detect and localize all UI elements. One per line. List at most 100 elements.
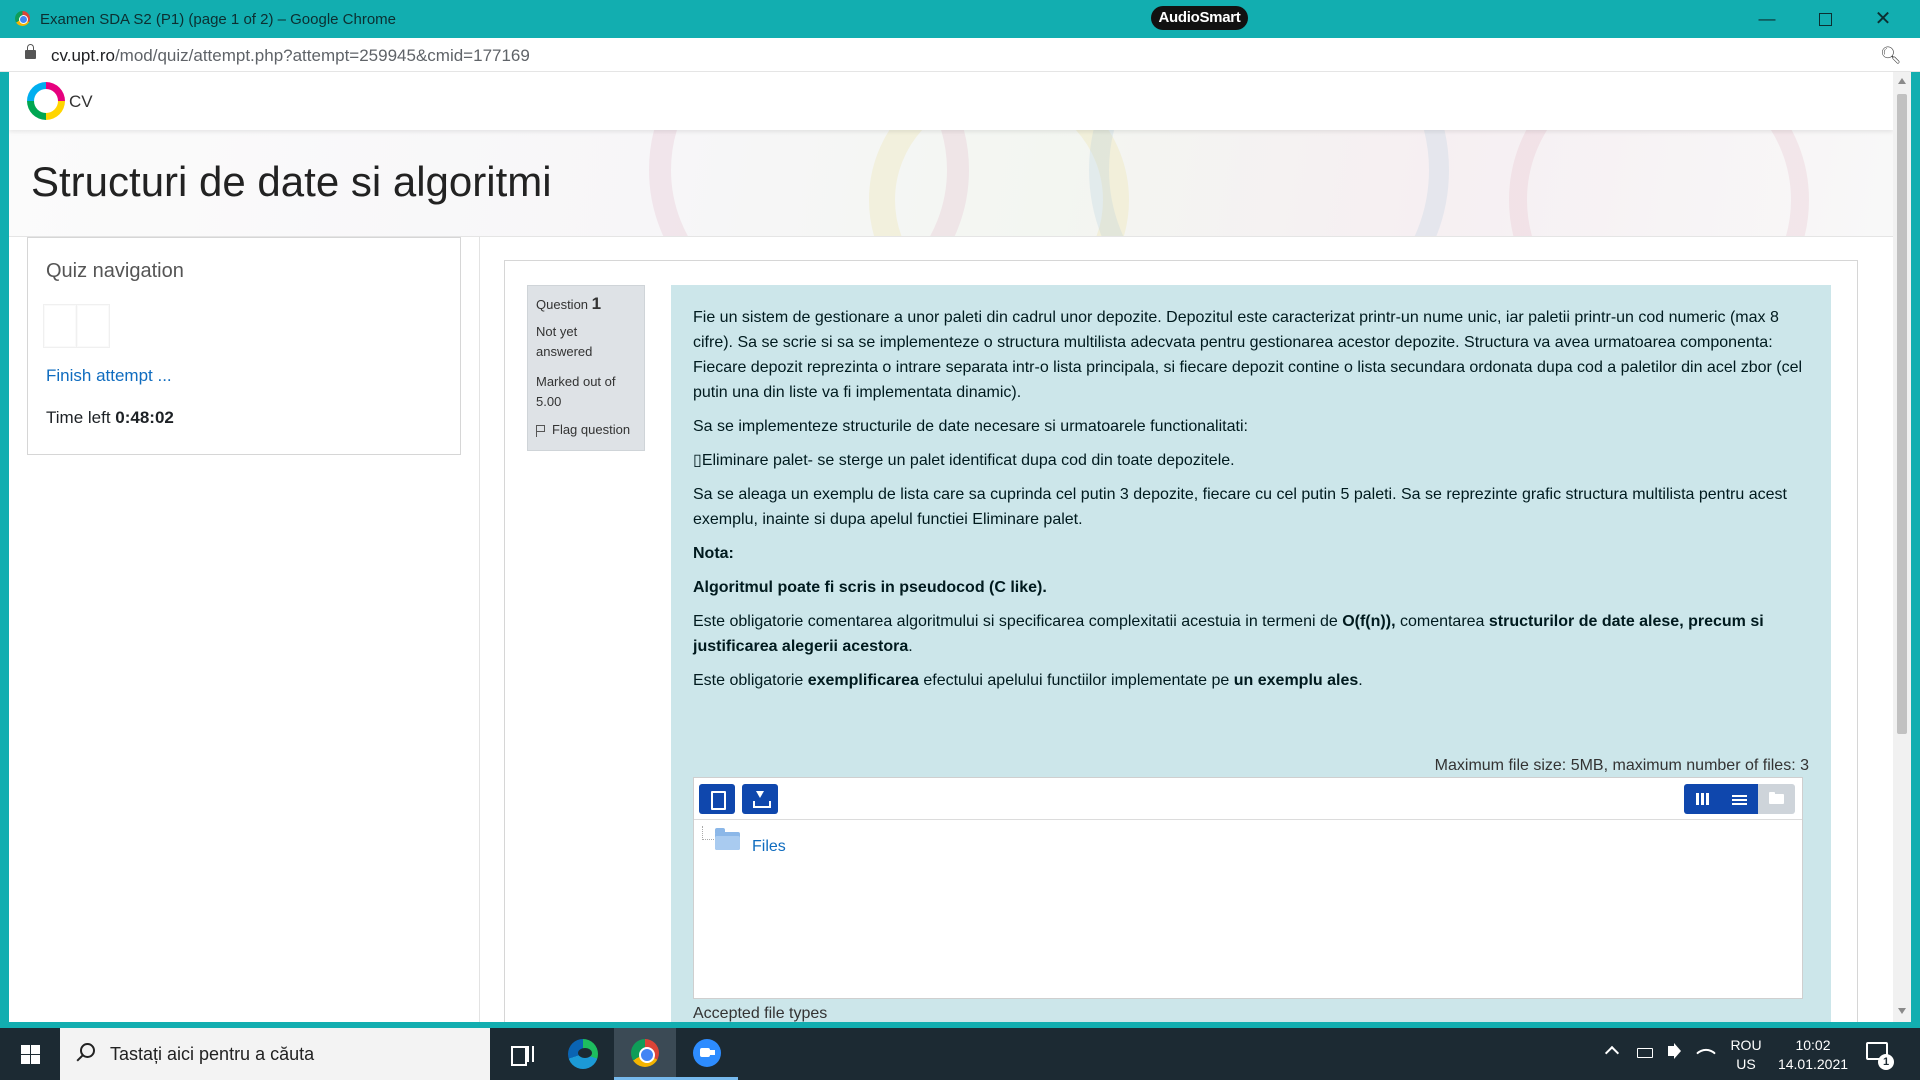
text-run: Este obligatorie comentarea algoritmului…	[693, 613, 1343, 630]
text-run-bold: O(f(n)),	[1342, 613, 1396, 630]
question-text: Este obligatorie exemplificarea efectulu…	[693, 668, 1809, 693]
tree-connector	[702, 826, 714, 840]
question-number: Question 1	[536, 294, 636, 314]
notification-count: 1	[1878, 1054, 1894, 1070]
lock-icon[interactable]	[25, 44, 36, 59]
chrome-icon	[15, 11, 30, 26]
flag-icon	[536, 424, 546, 437]
search-icon	[80, 1043, 95, 1058]
task-view-icon[interactable]	[490, 1028, 552, 1080]
window-title: Examen SDA S2 (P1) (page 1 of 2) – Googl…	[40, 11, 397, 28]
time-left-value: 0:48:02	[115, 408, 174, 427]
question-text: ▯Eliminare palet- se sterge un palet ide…	[693, 452, 1235, 469]
scrollbar-thumb[interactable]	[1897, 94, 1907, 734]
question-card: Question 1 Not yet answered Marked out o…	[504, 260, 1858, 1022]
battery-icon[interactable]	[1637, 1048, 1653, 1058]
zoom-app-icon[interactable]	[676, 1028, 738, 1080]
start-tile	[21, 1045, 30, 1054]
windows-start-icon[interactable]	[0, 1028, 60, 1080]
quiz-navigation-block: Quiz navigation Finish attempt ... Time …	[27, 237, 461, 455]
taskbar-clock[interactable]: 10:02 14.01.2021	[1772, 1036, 1854, 1074]
scroll-up-icon[interactable]	[1898, 78, 1906, 84]
page-scrollbar[interactable]	[1893, 72, 1911, 1022]
folder-icon[interactable]	[715, 828, 740, 850]
note-text: Algoritmul poate fi scris in pseudocod (…	[693, 579, 1047, 596]
zoom-icon[interactable]: 🔍︎	[1880, 46, 1902, 66]
window-border-left	[0, 72, 9, 1022]
taskbar-search[interactable]: Tastați aici pentru a căuta	[60, 1028, 490, 1080]
start-tile	[31, 1055, 40, 1064]
question-label: Question	[536, 297, 589, 312]
minimize-button[interactable]: —	[1738, 0, 1796, 38]
note-heading: Nota:	[693, 545, 734, 562]
taskbar-search-placeholder: Tastați aici pentru a căuta	[110, 1044, 315, 1064]
question-text: Nota:	[693, 541, 1809, 566]
files-folder-link[interactable]: Files	[752, 834, 786, 859]
banner-decoration	[1089, 130, 1449, 236]
web-page: CV Structuri de date si algoritmi Quiz n…	[9, 72, 1893, 1022]
question-number-value: 1	[591, 294, 602, 313]
column-divider	[479, 237, 480, 1022]
url-path: /mod/quiz/attempt.php?attempt=259945&cmi…	[114, 46, 530, 65]
scroll-down-icon[interactable]	[1898, 1008, 1906, 1014]
content-area: Quiz navigation Finish attempt ... Time …	[9, 236, 1893, 1022]
maximize-icon	[1818, 13, 1832, 27]
question-text: Sa se implementeze structurile de date n…	[693, 418, 1248, 435]
course-banner: Structuri de date si algoritmi	[9, 130, 1893, 236]
text-run: .	[908, 638, 913, 655]
language-top: ROU	[1730, 1037, 1762, 1053]
file-limits: Maximum file size: 5MB, maximum number o…	[1434, 757, 1809, 774]
url-text[interactable]: cv.upt.ro/mod/quiz/attempt.php?attempt=2…	[51, 46, 530, 66]
list-view-button[interactable]	[1721, 784, 1758, 814]
flag-question-label: Flag question	[552, 422, 631, 437]
browser-title-bar: Examen SDA S2 (P1) (page 1 of 2) – Googl…	[0, 0, 1920, 38]
text-run: Este obligatorie	[693, 672, 808, 689]
question-text-item: Eliminare palet- se sterge un palet iden…	[701, 452, 1235, 469]
language-bottom: US	[1736, 1056, 1756, 1072]
question-text: Sa se aleaga un exemplu de lista care sa…	[693, 486, 1787, 528]
tree-view-button[interactable]	[1758, 784, 1795, 814]
address-bar[interactable]: cv.upt.ro/mod/quiz/attempt.php?attempt=2…	[0, 38, 1920, 72]
windows-taskbar: Tastați aici pentru a căuta ROU US 10:02…	[0, 1028, 1920, 1080]
text-run: comentarea	[1395, 613, 1489, 630]
quiz-navigation-heading: Quiz navigation	[46, 260, 184, 282]
flag-question-button[interactable]: Flag question	[536, 422, 636, 437]
add-file-button[interactable]	[699, 784, 735, 814]
banner-decoration	[1509, 130, 1809, 236]
text-run: .	[1358, 672, 1363, 689]
file-manager-toolbar	[694, 778, 1802, 820]
question-content: Fie un sistem de gestionare a unor palet…	[671, 285, 1831, 1022]
edge-icon[interactable]	[552, 1028, 614, 1080]
quiz-nav-question-2[interactable]	[76, 304, 110, 348]
question-info: Question 1 Not yet answered Marked out o…	[527, 285, 645, 451]
question-grade: Marked out of 5.00	[536, 374, 616, 409]
site-logo[interactable]	[27, 82, 65, 120]
clock-time: 10:02	[1795, 1037, 1831, 1053]
wifi-icon[interactable]	[1696, 1043, 1716, 1063]
time-left: Time left 0:48:02	[46, 408, 174, 428]
audiosmart-badge[interactable]: AudioSmart	[1151, 6, 1248, 30]
clock-date: 14.01.2021	[1777, 1056, 1849, 1072]
question-text: Este obligatorie comentarea algoritmului…	[693, 609, 1809, 659]
file-manager[interactable]: Files	[693, 777, 1803, 999]
text-run-bold: un exemplu ales	[1233, 672, 1359, 689]
question-text: Algoritmul poate fi scris in pseudocod (…	[693, 575, 1809, 600]
text-run-bold: exemplificarea	[807, 672, 919, 689]
close-button[interactable]: ✕	[1854, 0, 1912, 38]
page-title: Structuri de date si algoritmi	[31, 158, 552, 205]
accepted-file-types: Accepted file types	[693, 1005, 828, 1022]
maximize-button[interactable]	[1796, 0, 1854, 38]
text-run: efectului apelului functiilor implementa…	[918, 672, 1234, 689]
time-left-label: Time left	[46, 408, 111, 427]
finish-attempt-link[interactable]: Finish attempt ...	[46, 366, 172, 386]
language-indicator[interactable]: ROU US	[1728, 1036, 1764, 1074]
chrome-taskbar-icon[interactable]	[614, 1028, 676, 1080]
download-all-button[interactable]	[742, 784, 778, 814]
site-name[interactable]: CV	[69, 92, 93, 112]
start-tile	[21, 1055, 30, 1064]
url-host: cv.upt.ro	[51, 46, 115, 65]
volume-icon[interactable]	[1668, 1046, 1674, 1056]
question-text: Fie un sistem de gestionare a unor palet…	[693, 309, 1803, 401]
grid-view-button[interactable]	[1684, 784, 1721, 814]
quiz-nav-question-1[interactable]	[43, 304, 77, 348]
